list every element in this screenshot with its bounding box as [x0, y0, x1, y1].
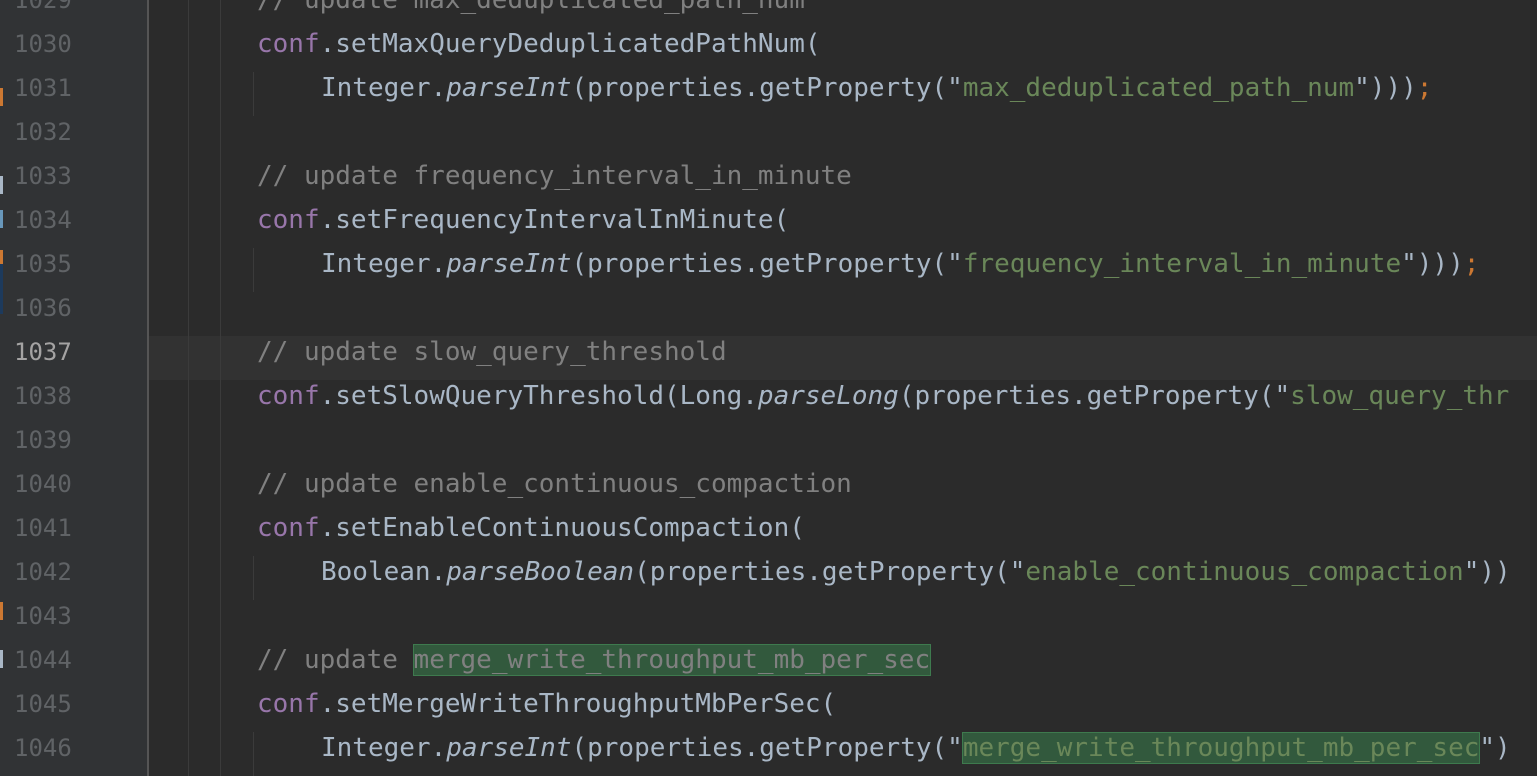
search-match-highlight: merge_write_throughput_mb_per_sec [412, 644, 932, 676]
static-call-token: parseInt [446, 73, 572, 103]
field-token: conf [257, 689, 320, 719]
line-number: 1040 [14, 470, 72, 498]
line-number: 1042 [14, 558, 72, 586]
line-number: 1038 [14, 382, 72, 410]
line-number: 1032 [14, 118, 72, 146]
code-line[interactable]: 1031 Integer.parseInt(properties.getPrope… [0, 66, 1537, 110]
code-text[interactable]: conf.setEnableContinuousCompaction( [257, 506, 805, 550]
code-line[interactable]: 1038 conf.setSlowQueryThreshold(Long.pars… [0, 374, 1537, 418]
field-token: conf [257, 29, 320, 59]
code-line[interactable]: 1040 // update enable_continuous_compacti… [0, 462, 1537, 506]
code-editor[interactable]: 1029// update max_deduplicated_path_num 1… [0, 0, 1537, 776]
string-token: enable_continuous_compaction [1025, 557, 1464, 587]
dot-token: . [319, 29, 336, 59]
line-number: 1046 [14, 734, 72, 762]
code-line[interactable]: 1034 conf.setFrequencyIntervalInMinute( [0, 198, 1537, 242]
code-line[interactable]: 1035 Integer.parseInt(properties.getPrope… [0, 242, 1537, 286]
code-text[interactable]: // update max_deduplicated_path_num [257, 0, 805, 22]
code-text[interactable]: Integer.parseInt(properties.getProperty(… [321, 66, 1432, 110]
method-token: setMaxQueryDeduplicatedPathNum( [335, 29, 821, 59]
field-token: conf [257, 381, 320, 411]
method-token: setFrequencyIntervalInMinute( [335, 205, 790, 235]
line-number: 1045 [14, 690, 72, 718]
code-text[interactable]: // update frequency_interval_in_minute [257, 154, 852, 198]
call-close-token: "))) [1354, 73, 1417, 103]
line-number: 1031 [14, 74, 72, 102]
dot-token: . [319, 205, 336, 235]
code-line[interactable]: 1032 [0, 110, 1537, 154]
string-token: max_deduplicated_path_num [962, 73, 1355, 103]
code-line[interactable]: 1046 Integer.parseInt(properties.getPrope… [0, 726, 1537, 770]
code-line[interactable]: 1036 [0, 286, 1537, 330]
semicolon-token: ; [1416, 73, 1433, 103]
code-text[interactable]: Integer.parseInt(properties.getProperty(… [321, 242, 1479, 286]
method-token: setMergeWriteThroughputMbPerSec( [335, 689, 837, 719]
code-text[interactable]: conf.setFrequencyIntervalInMinute( [257, 198, 789, 242]
comment-token: // update slow_query_threshold [257, 337, 727, 367]
search-match-highlight: merge_write_throughput_mb_per_sec [961, 732, 1481, 764]
line-number: 1034 [14, 206, 72, 234]
line-number: 1043 [14, 602, 72, 630]
call-token: (properties.getProperty(" [634, 557, 1026, 587]
comment-token: // update [257, 645, 414, 675]
code-text[interactable]: Boolean.parseBoolean(properties.getPrope… [321, 550, 1511, 594]
static-call-token: parseLong [757, 381, 899, 411]
string-token: slow_query_thr [1290, 381, 1510, 411]
string-token: frequency_interval_in_minute [962, 249, 1402, 279]
code-text[interactable]: // update enable_continuous_compaction [257, 462, 852, 506]
line-number: 1029 [14, 0, 72, 14]
class-token: Boolean. [321, 557, 447, 587]
line-number: 1033 [14, 162, 72, 190]
call-close-token: "))) [1401, 249, 1464, 279]
line-number: 1030 [14, 30, 72, 58]
class-token: Integer. [321, 73, 447, 103]
code-text[interactable]: conf.setMergeWriteThroughputMbPerSec( [257, 682, 836, 726]
line-number: 1035 [14, 250, 72, 278]
field-token: conf [257, 513, 320, 543]
call-close-token: ") [1479, 733, 1511, 763]
code-text[interactable]: // update slow_query_threshold [257, 330, 727, 374]
line-number: 1044 [14, 646, 72, 674]
semicolon-token: ; [1463, 249, 1480, 279]
code-line[interactable]: 1043 [0, 594, 1537, 638]
code-line[interactable]: 1033 // update frequency_interval_in_minu… [0, 154, 1537, 198]
field-token: conf [257, 205, 320, 235]
dot-token: . [319, 689, 336, 719]
code-line[interactable]: 1042 Boolean.parseBoolean(properties.getP… [0, 550, 1537, 594]
line-number: 1036 [14, 294, 72, 322]
code-line[interactable]: 1039 [0, 418, 1537, 462]
code-line[interactable]: 1041 conf.setEnableContinuousCompaction( [0, 506, 1537, 550]
code-text[interactable]: Integer.parseInt(properties.getProperty(… [321, 726, 1511, 770]
code-text[interactable]: // update merge_write_throughput_mb_per_… [257, 638, 932, 682]
code-line[interactable]: 1045 conf.setMergeWriteThroughputMbPerSec… [0, 682, 1537, 726]
call-token: (properties.getProperty(" [571, 73, 963, 103]
method-token: setSlowQueryThreshold(Long. [335, 381, 758, 411]
code-line[interactable]: 1044 // update merge_write_throughput_mb_… [0, 638, 1537, 682]
class-token: Integer. [321, 249, 447, 279]
line-number: 1037 [14, 338, 72, 366]
line-number: 1039 [14, 426, 72, 454]
code-line[interactable]: 1029 // update max_deduplicated_path_num [0, 0, 1537, 22]
method-token: setEnableContinuousCompaction( [335, 513, 805, 543]
dot-token: . [319, 513, 336, 543]
static-call-token: parseInt [446, 733, 572, 763]
static-call-token: parseBoolean [446, 557, 635, 587]
comment-token: // update enable_continuous_compaction [257, 469, 852, 499]
call-close-token: ")) [1463, 557, 1511, 587]
code-line[interactable]: 1037 // update slow_query_threshold [0, 330, 1537, 374]
code-line[interactable]: 1030 conf.setMaxQueryDeduplicatedPathNum( [0, 22, 1537, 66]
dot-token: . [319, 381, 336, 411]
class-token: Integer. [321, 733, 447, 763]
code-lines[interactable]: 1029// update max_deduplicated_path_num 1… [0, 0, 1537, 770]
static-call-token: parseInt [446, 249, 572, 279]
comment-token: // update frequency_interval_in_minute [257, 161, 852, 191]
line-number: 1041 [14, 514, 72, 542]
call-token: (properties.getProperty(" [571, 733, 963, 763]
code-text[interactable]: conf.setSlowQueryThreshold(Long.parseLon… [257, 374, 1509, 418]
call-token: (properties.getProperty(" [571, 249, 963, 279]
code-text[interactable]: conf.setMaxQueryDeduplicatedPathNum( [257, 22, 821, 66]
call-token: (properties.getProperty(" [898, 381, 1291, 411]
comment-token: // update max_deduplicated_path_num [257, 0, 805, 15]
